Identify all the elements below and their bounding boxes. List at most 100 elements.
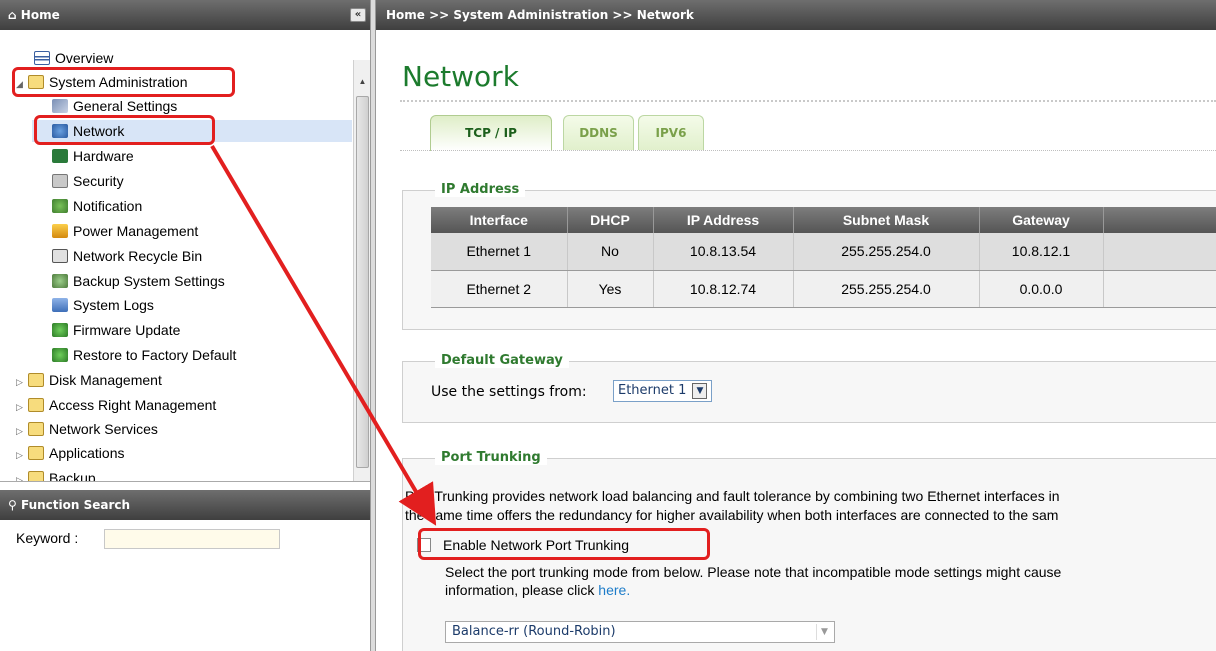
scrollbar-thumb[interactable] xyxy=(356,96,369,468)
column-header: IP Address xyxy=(653,207,794,233)
sidebar-title: Home xyxy=(20,8,60,22)
collapsed-arrow-icon[interactable]: ▷ xyxy=(16,443,26,467)
sidebar-item-label: System Logs xyxy=(73,297,154,313)
column-header: Subnet Mask xyxy=(793,207,980,233)
port-trunking-description: Port Trunking provides network load bala… xyxy=(405,487,1216,525)
security-icon xyxy=(52,174,68,188)
power-icon xyxy=(52,224,68,238)
default-gateway-value: Ethernet 1 xyxy=(618,383,687,398)
search-icon: ⚲ xyxy=(8,498,17,512)
sidebar-item-label: Network Recycle Bin xyxy=(73,248,203,264)
folder-icon xyxy=(28,446,44,460)
sidebar-header: ⌂ Home « xyxy=(0,0,370,30)
folder-icon xyxy=(28,422,44,436)
table-cell: Ethernet 1 xyxy=(431,233,568,271)
chevron-down-icon[interactable]: ▼ xyxy=(816,624,832,640)
table-cell: 255.255.254.0 xyxy=(793,270,980,308)
tab-ddns[interactable]: DDNS xyxy=(563,115,634,150)
sidebar-scrollbar[interactable]: ▲ ▼ xyxy=(353,60,370,481)
table-cell: 10.8.13.54 xyxy=(653,233,794,271)
home-icon: ⌂ xyxy=(8,8,17,22)
sidebar-item-backup[interactable]: ▷ Backup xyxy=(16,466,96,482)
table-cell: 255.255.254.0 xyxy=(793,233,980,271)
table-cell: Yes xyxy=(567,270,654,308)
sidebar-item-label: Disk Management xyxy=(49,372,162,388)
table-cell: No xyxy=(567,233,654,271)
port-trunking-legend: Port Trunking xyxy=(435,450,547,465)
folder-icon xyxy=(28,398,44,412)
tab-tcp-ip[interactable]: TCP / IP xyxy=(430,115,552,151)
ip-address-section: IP Address Interface DHCP IP Address Sub… xyxy=(402,182,1216,330)
sidebar-item-network-services[interactable]: ▷ Network Services xyxy=(16,417,158,441)
folder-icon xyxy=(28,471,44,481)
sidebar-item-backup-system-settings[interactable]: Backup System Settings xyxy=(52,269,225,293)
sidebar-item-network-recycle-bin[interactable]: Network Recycle Bin xyxy=(52,244,202,268)
mode-text: information, please click xyxy=(445,582,595,598)
collapsed-arrow-icon[interactable]: ▷ xyxy=(16,419,26,443)
folder-icon xyxy=(28,373,44,387)
column-header: Interface xyxy=(431,207,568,233)
title-divider xyxy=(400,100,1216,102)
sidebar-item-power-management[interactable]: Power Management xyxy=(52,219,198,243)
default-gateway-legend: Default Gateway xyxy=(435,353,569,368)
chevron-down-icon[interactable]: ▼ xyxy=(692,383,708,399)
sidebar-item-system-logs[interactable]: System Logs xyxy=(52,293,154,317)
settings-icon xyxy=(52,99,68,113)
ip-address-legend: IP Address xyxy=(435,182,526,197)
default-gateway-label: Use the settings from: xyxy=(431,384,587,400)
column-header: Gateway xyxy=(979,207,1104,233)
default-gateway-select[interactable]: Ethernet 1 ▼ xyxy=(613,380,713,402)
column-header: DHCP xyxy=(567,207,654,233)
highlight-network xyxy=(34,115,215,145)
sidebar-item-label: Hardware xyxy=(73,148,134,164)
highlight-system-administration xyxy=(12,67,235,97)
sidebar-item-label: Access Right Management xyxy=(49,397,217,413)
sidebar: ⌂ Home « Overview ◢ System Administration… xyxy=(0,0,370,651)
logs-icon xyxy=(52,298,68,312)
sidebar-item-label: Restore to Factory Default xyxy=(73,347,237,363)
function-search-header: ⚲ Function Search xyxy=(0,490,370,520)
ip-address-table: Interface DHCP IP Address Subnet Mask Ga… xyxy=(431,207,1216,308)
keyword-input[interactable] xyxy=(104,529,280,549)
table-header-row: Interface DHCP IP Address Subnet Mask Ga… xyxy=(431,207,1216,233)
sidebar-item-firmware-update[interactable]: Firmware Update xyxy=(52,318,180,342)
help-link[interactable]: here. xyxy=(598,582,630,598)
description-line: the same time offers the redundancy for … xyxy=(405,507,1059,523)
page-title: Network xyxy=(402,60,519,93)
collapse-icon[interactable]: « xyxy=(350,8,366,22)
tab-divider xyxy=(400,150,1216,151)
table-cell: 0.0.0.0 xyxy=(979,270,1104,308)
port-trunking-mode-select[interactable]: Balance-rr (Round-Robin) ▼ xyxy=(445,621,835,643)
collapsed-arrow-icon[interactable]: ▷ xyxy=(16,370,26,394)
sidebar-item-security[interactable]: Security xyxy=(52,169,124,193)
mode-text-line: Select the port trunking mode from below… xyxy=(445,564,1062,580)
sidebar-item-disk-management[interactable]: ▷ Disk Management xyxy=(16,368,162,392)
function-search-title: Function Search xyxy=(20,498,131,512)
sidebar-item-restore-factory-default[interactable]: Restore to Factory Default xyxy=(52,343,236,367)
description-line: Port Trunking provides network load bala… xyxy=(405,488,1060,504)
sidebar-item-label: Network Services xyxy=(49,421,158,437)
table-row[interactable]: Ethernet 2 Yes 10.8.12.74 255.255.254.0 … xyxy=(431,270,1216,308)
sidebar-item-access-right-management[interactable]: ▷ Access Right Management xyxy=(16,393,216,417)
highlight-enable-port-trunking xyxy=(418,528,710,560)
table-row[interactable]: Ethernet 1 No 10.8.13.54 255.255.254.0 1… xyxy=(431,233,1216,271)
breadcrumb: Home >> System Administration >> Network xyxy=(376,0,1216,30)
hardware-icon xyxy=(52,149,68,163)
tab-ipv6[interactable]: IPV6 xyxy=(638,115,704,150)
sidebar-item-label: Backup xyxy=(49,470,96,482)
sidebar-item-label: Overview xyxy=(55,50,114,66)
sidebar-item-label: Notification xyxy=(73,198,143,214)
collapsed-arrow-icon[interactable]: ▷ xyxy=(16,395,26,419)
overview-icon xyxy=(34,51,50,65)
sidebar-item-notification[interactable]: Notification xyxy=(52,194,142,218)
sidebar-item-label: Firmware Update xyxy=(73,322,181,338)
sidebar-item-hardware[interactable]: Hardware xyxy=(52,144,134,168)
collapsed-arrow-icon[interactable]: ▷ xyxy=(16,468,26,481)
sidebar-item-applications[interactable]: ▷ Applications xyxy=(16,441,125,465)
table-cell: 10.8.12.1 xyxy=(979,233,1104,271)
column-header-extra xyxy=(1103,207,1216,233)
scroll-up-icon[interactable]: ▲ xyxy=(354,74,370,90)
recycle-bin-icon xyxy=(52,249,68,263)
port-trunking-mode-value: Balance-rr (Round-Robin) xyxy=(452,624,616,639)
backup-icon xyxy=(52,274,68,288)
